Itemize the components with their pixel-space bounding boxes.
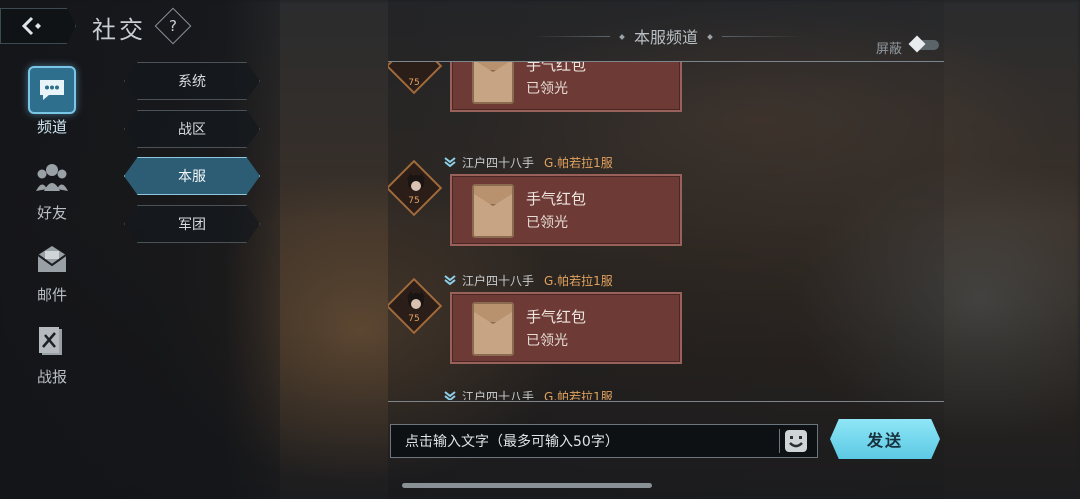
nav-battle-report[interactable]: 战报 (16, 318, 88, 387)
level-badge: 75 (408, 196, 420, 206)
message-header: 江户四十八手 G.帕若拉1服 (444, 388, 613, 400)
red-packet[interactable]: 手气红包 已领光 (450, 292, 682, 364)
input-separator (779, 429, 780, 453)
level-badge: 75 (408, 78, 420, 88)
mail-icon (29, 236, 75, 282)
channel-legion[interactable]: 军团 (124, 205, 260, 243)
nav-label: 战报 (36, 368, 67, 386)
channel-warzone[interactable]: 战区 (124, 110, 260, 148)
chat-title: 本服频道 (388, 24, 944, 48)
red-packet[interactable]: 手气红包 已领光 (450, 174, 682, 246)
channel-server[interactable]: 本服 (124, 157, 260, 195)
back-button[interactable] (0, 8, 76, 44)
title-dot (707, 34, 713, 40)
title-line-right (722, 36, 802, 37)
rank-chevron-icon (444, 275, 456, 286)
nav-label: 邮件 (36, 286, 67, 304)
envelope-icon (472, 62, 514, 104)
nav-label: 频道 (36, 118, 67, 136)
friends-icon (29, 154, 75, 200)
packet-status: 已领光 (526, 215, 568, 231)
username[interactable]: 江户四十八手 (462, 154, 534, 171)
level-badge: 75 (408, 314, 420, 324)
packet-status: 已领光 (526, 333, 568, 349)
title-dot (619, 34, 625, 40)
page-title: 社交 (92, 16, 146, 44)
chat-title-text: 本服频道 (633, 28, 698, 47)
emoji-icon (789, 436, 803, 448)
back-arrow-icon (21, 16, 41, 36)
nav-label: 好友 (36, 204, 67, 222)
send-button[interactable]: 发送 (830, 419, 940, 459)
packet-title: 手气红包 (526, 190, 587, 208)
message-header: 江户四十八手 G.帕若拉1服 (444, 272, 613, 288)
emoji-button[interactable] (785, 430, 807, 452)
help-icon: ? (169, 17, 177, 35)
nav-mail[interactable]: 邮件 (16, 236, 88, 305)
home-indicator[interactable] (402, 483, 652, 488)
server-name: G.帕若拉1服 (544, 389, 613, 401)
envelope-icon (472, 184, 514, 238)
block-toggle[interactable] (913, 40, 939, 50)
red-packet[interactable]: 手气红包 已领光 (450, 62, 682, 112)
nav-friends[interactable]: 好友 (16, 154, 88, 223)
rank-chevron-icon (444, 157, 456, 168)
channel-system[interactable]: 系统 (124, 62, 260, 100)
username[interactable]: 江户四十八手 (462, 272, 534, 289)
server-name: G.帕若拉1服 (544, 273, 613, 288)
packet-status: 已领光 (526, 81, 568, 97)
server-name: G.帕若拉1服 (544, 155, 613, 170)
nav-channel[interactable]: 频道 (16, 66, 88, 137)
packet-title: 手气红包 (526, 62, 587, 74)
chat-bubble-icon (28, 66, 76, 114)
rank-chevron-icon (444, 391, 456, 400)
chat-bottom-divider (388, 401, 944, 402)
title-line-left (529, 36, 610, 37)
block-label: 屏蔽 (876, 42, 903, 57)
envelope-icon (472, 302, 514, 356)
packet-title: 手气红包 (526, 308, 587, 326)
chat-input[interactable] (403, 425, 767, 459)
battle-report-icon (29, 318, 75, 364)
message-header: 江户四十八手 G.帕若拉1服 (444, 154, 613, 170)
chat-message-list[interactable]: 75 手气红包 已领光 75 江户四十八手 G.帕若拉1服 手气红包 已领光 7… (388, 62, 944, 400)
chat-input-box[interactable] (390, 424, 818, 459)
username[interactable]: 江户四十八手 (462, 388, 534, 401)
